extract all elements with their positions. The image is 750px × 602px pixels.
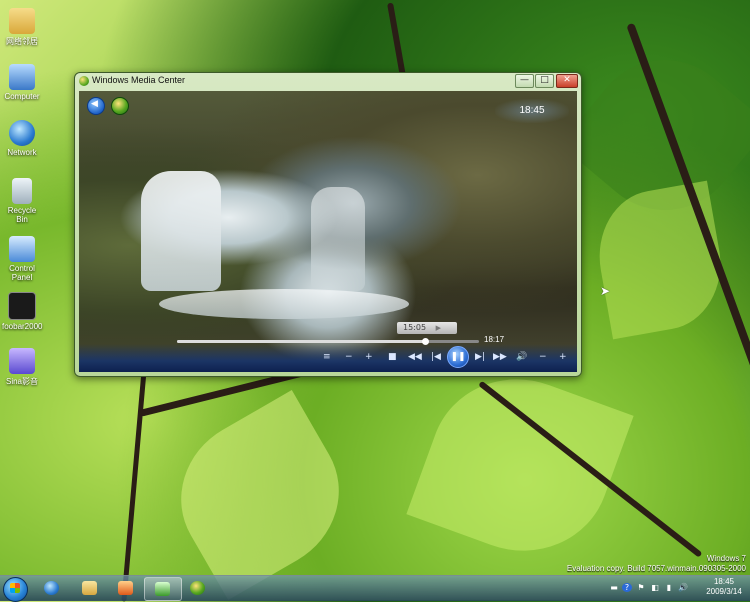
keyboard-icon[interactable]: ▬ bbox=[609, 583, 619, 592]
media-center-icon bbox=[79, 76, 89, 86]
rewind-button[interactable]: ◀◀ bbox=[408, 352, 422, 362]
recycle-bin-icon bbox=[12, 178, 32, 204]
network-globe-icon bbox=[9, 120, 35, 146]
back-button[interactable] bbox=[87, 97, 105, 115]
skip-back-button[interactable]: |◀ bbox=[431, 352, 441, 362]
desktop-icon-control-panel[interactable]: Control Panel bbox=[2, 236, 42, 282]
pool-foam bbox=[159, 289, 409, 319]
desktop-icon-sina-player[interactable]: Sina影音 bbox=[2, 348, 42, 387]
desktop-icon-label: foobar2000 bbox=[2, 322, 43, 331]
volume-up-button[interactable]: + bbox=[559, 352, 567, 362]
seek-bar-progress bbox=[177, 340, 425, 343]
volume-icon[interactable]: 🔊 bbox=[678, 583, 688, 592]
total-time: 18:17 bbox=[484, 335, 505, 344]
os-name: Windows 7 bbox=[706, 554, 746, 563]
windows-logo-icon bbox=[10, 583, 20, 593]
desktop-icon-label: Sina影音 bbox=[5, 377, 38, 386]
windows-logo-icon bbox=[190, 581, 205, 595]
play-icon: ▶ bbox=[435, 324, 441, 332]
desktop-icon-label: Recycle Bin bbox=[7, 206, 37, 224]
fast-forward-button[interactable]: ▶▶ bbox=[493, 352, 507, 362]
mouse-cursor: ➤ bbox=[600, 284, 611, 298]
taskbar-item-windows[interactable] bbox=[180, 577, 216, 599]
desktop-icon-computer[interactable]: Computer bbox=[2, 64, 42, 101]
desktop-icon-foobar2000[interactable]: foobar2000 bbox=[2, 292, 42, 331]
window-titlebar[interactable]: Windows Media Center — □ ✕ bbox=[75, 73, 581, 90]
transport-controls: ≡ − + ■ ◀◀ |◀ ❚❚ ▶| ▶▶ 🔊 − + bbox=[79, 344, 577, 372]
desktop-icon-network[interactable]: Network bbox=[2, 120, 42, 157]
desktop-icon-label: Network bbox=[7, 148, 37, 157]
media-center-icon bbox=[155, 582, 170, 596]
stop-button[interactable]: ■ bbox=[388, 352, 397, 362]
volume-down-button[interactable]: − bbox=[539, 352, 547, 362]
seek-bar[interactable] bbox=[177, 338, 479, 345]
user-folder-icon bbox=[9, 8, 35, 34]
waterfall bbox=[141, 171, 221, 291]
desktop-icon-recycle-bin[interactable]: Recycle Bin bbox=[2, 178, 42, 224]
close-button[interactable]: ✕ bbox=[556, 74, 578, 88]
control-panel-icon bbox=[9, 236, 35, 262]
build-info: Evaluation copy. Build 7057.winmain.0903… bbox=[566, 564, 746, 573]
playlist-icon[interactable]: ≡ bbox=[323, 352, 331, 362]
mute-button[interactable]: 🔊 bbox=[516, 352, 527, 362]
desktop-icon-label: Control Panel bbox=[9, 264, 35, 282]
media-center-start-button[interactable] bbox=[111, 97, 129, 115]
taskbar-item-explorer[interactable] bbox=[72, 577, 108, 599]
video-player-icon bbox=[9, 348, 35, 374]
volume-down-small-icon[interactable]: − bbox=[345, 352, 353, 362]
evaluation-watermark: Windows 7 Evaluation copy. Build 7057.wi… bbox=[567, 554, 746, 574]
help-icon[interactable]: ? bbox=[622, 583, 632, 592]
desktop-icon-label: 网络邻居 bbox=[6, 37, 38, 46]
video-frame[interactable]: 18:45 15:05 ▶ 18:17 ≡ − + ■ ◀◀ |◀ ❚❚ ▶| … bbox=[79, 91, 577, 372]
network-status-icon[interactable]: ▮ bbox=[664, 583, 674, 592]
internet-explorer-icon bbox=[44, 581, 59, 595]
maximize-button[interactable]: □ bbox=[535, 74, 554, 88]
media-center-clock: 18:45 bbox=[495, 99, 569, 123]
current-time-tooltip: 15:05 ▶ bbox=[397, 322, 457, 334]
media-center-window[interactable]: Windows Media Center — □ ✕ 18:45 15:05 ▶… bbox=[74, 72, 582, 377]
display-icon[interactable]: ◧ bbox=[650, 583, 660, 592]
media-player-icon bbox=[118, 581, 133, 595]
taskbar-item-internet-explorer[interactable] bbox=[34, 577, 70, 599]
desktop-icon-user-folder[interactable]: 网络邻居 bbox=[2, 8, 42, 47]
clock-time: 18:45 bbox=[713, 577, 735, 586]
foobar-icon bbox=[8, 292, 36, 320]
start-button[interactable] bbox=[3, 577, 28, 602]
window-title: Windows Media Center bbox=[92, 75, 186, 85]
taskbar-item-media-center[interactable] bbox=[144, 577, 182, 601]
waterfall bbox=[311, 187, 365, 291]
action-center-flag-icon[interactable]: ⚑ bbox=[636, 583, 646, 592]
computer-icon bbox=[9, 64, 35, 90]
desktop-icon-label: Computer bbox=[4, 92, 40, 101]
taskbar-item-media-player[interactable] bbox=[108, 577, 144, 599]
minimize-button[interactable]: — bbox=[515, 74, 534, 88]
skip-forward-button[interactable]: ▶| bbox=[475, 352, 485, 362]
system-clock[interactable]: 18:45 2009/3/14 bbox=[700, 577, 748, 597]
current-time: 15:05 bbox=[403, 323, 427, 332]
pause-button[interactable]: ❚❚ bbox=[447, 346, 469, 368]
explorer-folder-icon bbox=[82, 581, 97, 595]
clock-date: 2009/3/14 bbox=[706, 587, 742, 596]
volume-up-small-icon[interactable]: + bbox=[365, 352, 373, 362]
